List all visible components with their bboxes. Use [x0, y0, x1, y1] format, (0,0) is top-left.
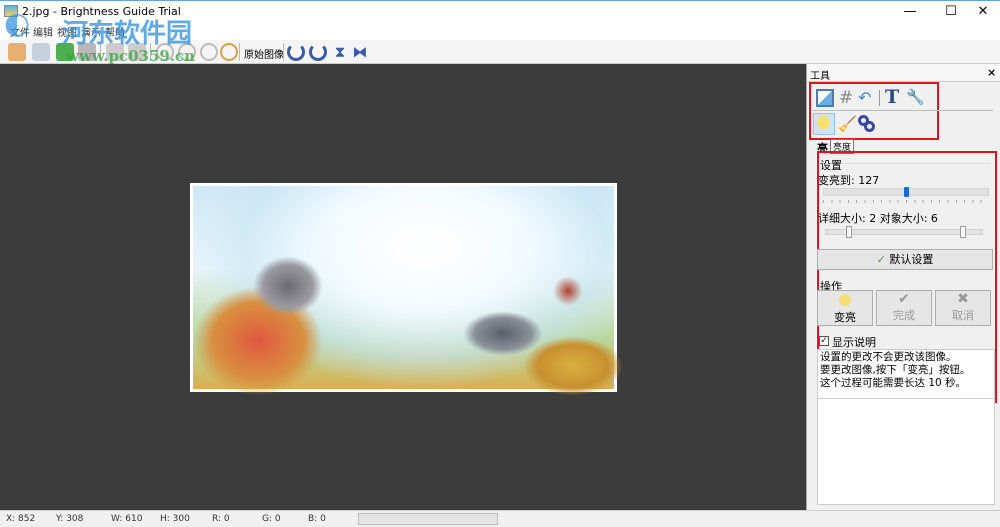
- image-preview[interactable]: [190, 183, 623, 396]
- tools-panel: 工具 × # ↶ T 🔧 🧹 亮 亮度 设置 变亮到: 127 详细大小: 2 …: [806, 64, 1000, 510]
- done-button[interactable]: ✔ 完成: [876, 290, 932, 326]
- menu-bar: 文件 编辑 视图 演示 帮助: [0, 22, 1000, 40]
- separator: [100, 43, 101, 61]
- show-description-checkbox[interactable]: ✓: [819, 336, 829, 346]
- toolbar: 原始图像 ⧗ ⧓: [0, 40, 1000, 64]
- status-r: R: 0: [212, 514, 230, 524]
- brighten-slider[interactable]: [823, 187, 989, 197]
- divider: [845, 163, 991, 164]
- status-h: H: 300: [160, 514, 190, 524]
- status-x: X: 852: [6, 514, 36, 524]
- separator: [239, 43, 240, 61]
- broom-icon[interactable]: 🧹: [838, 115, 857, 133]
- status-bar: X: 852 Y: 308 W: 610 H: 300 R: 0 G: 0 B:…: [0, 510, 1000, 527]
- description-text: 设置的更改不会更改该图像。 要更改图像,按下「变亮」按钮。 这个过程可能需要长达…: [817, 349, 995, 399]
- maximize-button[interactable]: ☐: [936, 1, 966, 23]
- brightness-tool-button[interactable]: [813, 113, 835, 135]
- menu-edit[interactable]: 编辑: [33, 24, 53, 39]
- cancel-label: 取消: [952, 309, 974, 322]
- zoom-fit-icon[interactable]: [200, 43, 218, 61]
- detail-size-thumb[interactable]: [846, 226, 852, 238]
- undo-icon[interactable]: [106, 43, 124, 61]
- checkmark-icon: ✓: [876, 253, 886, 266]
- save-icon[interactable]: [32, 43, 50, 61]
- back-icon[interactable]: [56, 43, 74, 61]
- rotate-right-icon[interactable]: [287, 43, 305, 61]
- sizes-label: 详细大小: 2 对象大小: 6: [818, 212, 938, 225]
- done-label: 完成: [893, 309, 915, 322]
- brighten-label: 变亮: [834, 311, 856, 324]
- rotate-left-icon[interactable]: [309, 43, 327, 61]
- check-icon: ✔: [898, 291, 910, 307]
- status-y: Y: 308: [56, 514, 84, 524]
- zoom-actual-icon[interactable]: [220, 43, 238, 61]
- separator: [283, 43, 284, 61]
- status-b: B: 0: [308, 514, 326, 524]
- menu-view[interactable]: 视图: [57, 24, 77, 39]
- divider: [813, 110, 993, 111]
- description-area: [817, 399, 995, 505]
- size-range-slider[interactable]: [825, 226, 983, 238]
- cancel-button[interactable]: ✖ 取消: [935, 290, 991, 326]
- menu-help[interactable]: 帮助: [105, 24, 125, 39]
- panel-header: 工具 ×: [807, 64, 1000, 82]
- open-icon[interactable]: [8, 43, 26, 61]
- brighten-button[interactable]: 变亮: [817, 290, 873, 326]
- object-size-thumb[interactable]: [960, 226, 966, 238]
- panel-close-button[interactable]: ×: [987, 66, 996, 79]
- separator: [150, 43, 151, 61]
- flip-vertical-icon[interactable]: ⧗: [331, 43, 349, 61]
- undo-icon[interactable]: ↶: [858, 88, 876, 107]
- zoom-in-icon[interactable]: [156, 43, 174, 61]
- status-g: G: 0: [262, 514, 281, 524]
- title-bar: 2.jpg - Brightness Guide Trial — ☐ ✕: [0, 0, 1000, 22]
- window-title: 2.jpg - Brightness Guide Trial: [22, 5, 181, 18]
- crop-icon[interactable]: [816, 89, 834, 107]
- brighten-slider-thumb[interactable]: [903, 187, 909, 197]
- progress-bar: [358, 513, 498, 525]
- separator: [879, 90, 880, 106]
- slider-ticks: [823, 200, 989, 203]
- close-button[interactable]: ✕: [968, 1, 998, 23]
- app-icon: [4, 5, 18, 17]
- status-w: W: 610: [111, 514, 143, 524]
- x-icon: ✖: [957, 291, 969, 307]
- wrench-icon[interactable]: 🔧: [906, 88, 925, 106]
- channels-icon[interactable]: [858, 115, 876, 133]
- forward-icon[interactable]: [78, 43, 96, 61]
- redo-icon[interactable]: [128, 43, 146, 61]
- grid-icon[interactable]: #: [837, 88, 855, 108]
- menu-file[interactable]: 文件: [10, 24, 30, 39]
- bulb-icon: [839, 294, 851, 306]
- brighten-label: 变亮到: 127: [818, 174, 880, 187]
- minimize-button[interactable]: —: [895, 1, 925, 23]
- text-icon[interactable]: T: [885, 86, 903, 108]
- default-settings-button[interactable]: ✓ 默认设置: [817, 249, 993, 270]
- original-image-button[interactable]: 原始图像: [244, 46, 284, 61]
- settings-title: 设置: [820, 159, 842, 172]
- default-settings-label: 默认设置: [889, 253, 934, 266]
- zoom-out-icon[interactable]: [178, 43, 196, 61]
- flip-horizontal-icon[interactable]: ⧓: [351, 43, 369, 61]
- menu-demo[interactable]: 演示: [81, 24, 101, 39]
- panel-title: 工具: [810, 71, 830, 82]
- show-description-label: 显示说明: [832, 336, 876, 349]
